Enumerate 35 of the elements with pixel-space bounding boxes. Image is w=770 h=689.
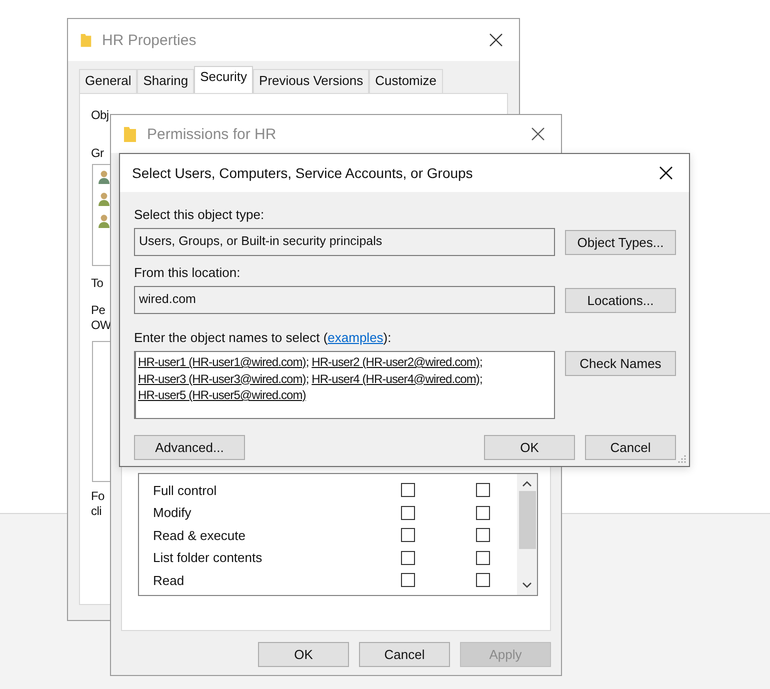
cancel-button[interactable]: Cancel	[585, 435, 676, 460]
tab[interactable]: General	[79, 69, 138, 93]
permission-name: List folder contents	[152, 550, 264, 566]
permission-name: Read	[152, 572, 186, 588]
permission-name: Full control	[152, 482, 218, 498]
window-title: Select Users, Computers, Service Accounts, or Groups	[132, 165, 474, 181]
locations-button[interactable]: Locations...	[565, 288, 676, 312]
object-types-button[interactable]: Object Types...	[565, 230, 676, 254]
window-title: Permissions for HR	[147, 126, 278, 142]
object-type-field: Users, Groups, or Built-in security principals	[134, 228, 555, 256]
label: Fo	[91, 489, 104, 503]
window-title: HR Properties	[102, 32, 198, 48]
dialog-button[interactable]: OK	[258, 642, 349, 667]
label: cli	[91, 504, 102, 518]
field-label: From this location:	[134, 265, 242, 280]
field-label: Select this object type:	[134, 207, 266, 222]
permission-name: Modify	[152, 505, 192, 520]
tab[interactable]: Customize	[369, 69, 443, 93]
advanced-button[interactable]: Advanced...	[134, 435, 245, 460]
location-field: wired.com	[134, 286, 555, 314]
permission-name: Read & execute	[152, 528, 247, 543]
label: To	[91, 276, 104, 290]
dialog-button[interactable]: Cancel	[359, 642, 450, 667]
ok-button[interactable]: OK	[484, 435, 575, 460]
tab[interactable]: Previous Versions	[253, 69, 370, 93]
label: Pe	[91, 303, 106, 317]
label: Gr	[91, 146, 104, 160]
label: OW	[91, 318, 112, 332]
field-label: Enter the object names to select (examples):	[134, 330, 392, 345]
examples-link[interactable]: examples	[328, 330, 384, 345]
object-names-field[interactable]: HR-user1 (HR-user1@wired.com); HR-user2 (HR-user2@wired.com); HR-user3 (HR-user3@wired.com); HR-user4 (HR-user4@wired.com); HR-user5 (HR-user5@wired.com)	[134, 351, 555, 419]
label: Obj	[91, 108, 109, 122]
check-names-button[interactable]: Check Names	[565, 351, 676, 376]
tab[interactable]: Sharing	[137, 69, 194, 93]
tab[interactable]: Security	[194, 66, 254, 93]
